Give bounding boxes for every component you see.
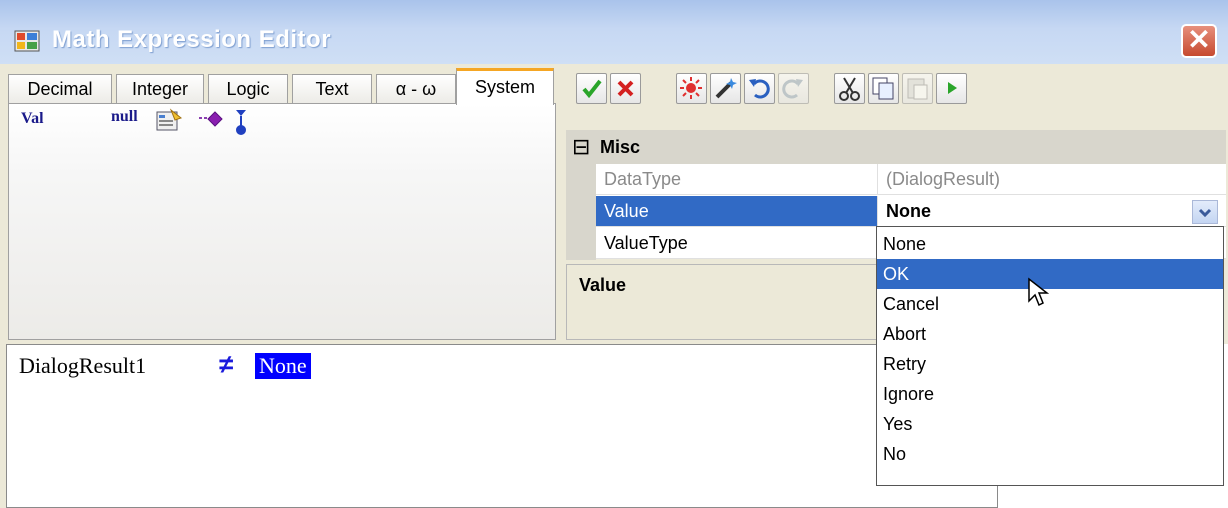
wand-icon: [715, 78, 737, 99]
window-title: Math Expression Editor: [52, 26, 332, 53]
dropdown-option-yes[interactable]: Yes: [877, 409, 1223, 439]
dropdown-option-none[interactable]: None: [877, 229, 1223, 259]
undo-icon: [749, 79, 770, 99]
collapse-icon[interactable]: ⊟: [572, 132, 590, 162]
cancel-button[interactable]: [610, 73, 641, 104]
tab-text[interactable]: Text: [292, 74, 372, 104]
app-window-icon: [14, 30, 40, 52]
mouse-cursor-icon: [1028, 277, 1049, 307]
category-misc[interactable]: ⊟ Misc: [566, 130, 1226, 164]
function-palette: Decimal Integer Logic Text α - ω System …: [8, 68, 556, 340]
property-value[interactable]: None: [878, 196, 1226, 227]
paste-button[interactable]: [902, 73, 933, 104]
dropdown-option-abort[interactable]: Abort: [877, 319, 1223, 349]
title-bar[interactable]: Math Expression Editor ✕: [0, 0, 1228, 64]
property-row-datatype[interactable]: DataType (DialogResult): [566, 164, 1226, 196]
copy-button[interactable]: [868, 73, 899, 104]
dropdown-option-cancel[interactable]: Cancel: [877, 289, 1223, 319]
properties-icon[interactable]: [155, 108, 183, 132]
dropdown-button[interactable]: [1192, 200, 1218, 224]
highlight-button[interactable]: [676, 73, 707, 104]
value-dropdown-list[interactable]: None OK Cancel Abort Retry Ignore Yes No: [876, 226, 1224, 486]
redo-icon: [782, 79, 803, 99]
dropdown-option-no[interactable]: No: [877, 439, 1223, 469]
dropdown-option-retry[interactable]: Retry: [877, 349, 1223, 379]
cut-button[interactable]: [834, 73, 865, 104]
property-description: Value: [566, 264, 886, 340]
property-name: ValueType: [596, 228, 878, 259]
tab-integer[interactable]: Integer: [116, 74, 204, 104]
row-gutter: [566, 164, 596, 196]
cut-icon: [839, 77, 860, 101]
expression-value[interactable]: None: [255, 353, 311, 379]
tab-content: Val null: [8, 103, 556, 340]
highlight-icon: [680, 77, 702, 99]
tab-system[interactable]: System: [456, 68, 554, 105]
redo-button[interactable]: [778, 73, 809, 104]
cross-icon: [617, 80, 634, 97]
expression-variable[interactable]: DialogResult1: [19, 353, 146, 379]
palette-tabs: Decimal Integer Logic Text α - ω System: [8, 68, 556, 105]
property-value: (DialogResult): [878, 164, 1226, 195]
row-gutter: [566, 196, 596, 228]
expression-editor[interactable]: DialogResult1 ≠ None: [6, 344, 998, 508]
dropdown-option-ok[interactable]: OK: [877, 259, 1223, 289]
tab-greek[interactable]: α - ω: [376, 74, 456, 104]
run-icon: [948, 82, 957, 94]
paste-icon: [907, 78, 928, 100]
category-label: Misc: [600, 137, 641, 157]
wand-button[interactable]: [710, 73, 741, 104]
not-equal-operator[interactable]: ≠: [219, 349, 233, 380]
val-function[interactable]: Val: [21, 110, 44, 128]
row-gutter: [566, 228, 596, 260]
chevron-down-icon: [1198, 208, 1212, 218]
undo-button[interactable]: [744, 73, 775, 104]
null-icon[interactable]: null: [111, 108, 138, 126]
copy-icon: [872, 77, 894, 100]
property-name: Value: [596, 196, 878, 227]
math-expression-editor-window: Math Expression Editor ✕ Decimal Integer…: [0, 0, 1228, 508]
description-title: Value: [579, 275, 627, 295]
property-row-value[interactable]: Value None: [566, 196, 1226, 228]
tab-decimal[interactable]: Decimal: [8, 74, 112, 104]
dropdown-option-ignore[interactable]: Ignore: [877, 379, 1223, 409]
property-name: DataType: [596, 164, 878, 195]
run-button[interactable]: [936, 73, 967, 104]
close-button[interactable]: ✕: [1181, 24, 1217, 58]
arrow-diamond-icon[interactable]: [197, 108, 229, 132]
check-icon: [582, 79, 602, 99]
pin-icon[interactable]: [233, 108, 249, 138]
tab-logic[interactable]: Logic: [208, 74, 288, 104]
accept-button[interactable]: [576, 73, 607, 104]
